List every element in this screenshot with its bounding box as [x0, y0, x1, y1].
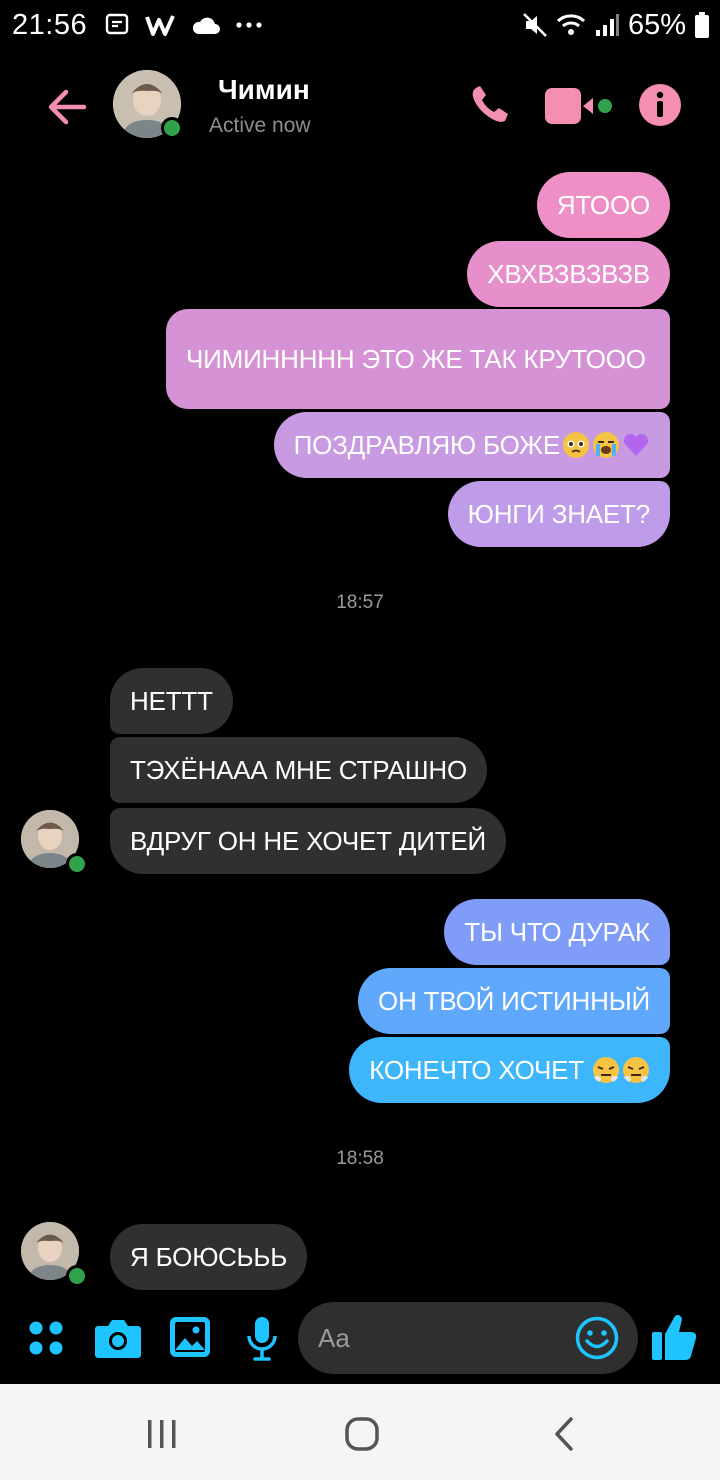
purple-heart-emoji	[623, 433, 649, 456]
message-composer	[0, 1302, 720, 1378]
online-indicator	[66, 1265, 88, 1287]
message-bubble-outgoing[interactable]: ХВХВЗВЗВЗВ	[467, 241, 670, 307]
message-text: ХВХВЗВЗВЗВ	[487, 258, 650, 289]
face-with-steam-emoji	[593, 1057, 619, 1083]
gallery-icon[interactable]	[169, 1316, 211, 1358]
message-timestamp: 18:58	[336, 1148, 384, 1169]
message-bubble-outgoing[interactable]: ЮНГИ ЗНАЕТ?	[447, 481, 670, 547]
message-text: Я БОЮСЬЬЬ	[130, 1241, 288, 1272]
message-bubble-incoming[interactable]: НЕТТТ	[110, 668, 233, 734]
message-bubble-outgoing[interactable]: ПОЗДРАВЛЯЮ БОЖЕ	[273, 412, 670, 478]
battery-icon	[695, 12, 709, 38]
message-bubble-incoming[interactable]: ВДРУГ ОН НЕ ХОЧЕТ ДИТЕЙ	[110, 808, 507, 874]
message-bubble-outgoing[interactable]: ТЫ ЧТО ДУРАК	[444, 899, 670, 965]
message-text: ПОЗДРАВЛЯЮ БОЖЕ	[293, 429, 561, 460]
cloud-icon	[192, 17, 221, 34]
message-bubble-incoming[interactable]: ТЭХЁНААА МНЕ СТРАШНО	[110, 737, 487, 803]
online-indicator	[66, 853, 88, 875]
w-app-icon	[145, 15, 175, 36]
mute-icon	[523, 13, 547, 37]
apps-grid-icon[interactable]	[28, 1320, 64, 1356]
pleading-face-emoji	[563, 432, 589, 458]
recent-apps-icon[interactable]	[145, 1418, 179, 1450]
system-nav-bar	[0, 1384, 720, 1480]
message-text: ЮНГИ ЗНАЕТ?	[467, 498, 651, 529]
wifi-icon	[556, 14, 585, 35]
status-time: 21:56	[12, 8, 88, 41]
info-icon[interactable]	[638, 83, 682, 127]
message-text: КОНЕЧТО ХОЧЕТ	[369, 1054, 584, 1085]
thumbs-up-icon[interactable]	[650, 1312, 698, 1362]
message-bubble-outgoing[interactable]: ОН ТВОЙ ИСТИННЫЙ	[358, 968, 670, 1034]
message-text: ТЫ ЧТО ДУРАК	[464, 916, 650, 947]
message-bubble-incoming[interactable]: Я БОЮСЬЬЬ	[110, 1224, 308, 1290]
message-text: ВДРУГ ОН НЕ ХОЧЕТ ДИТЕЙ	[130, 825, 487, 856]
message-text: ЧИМИННННН ЭТО ЖЕ ТАК КРУТООО	[186, 344, 646, 374]
message-text: ТЭХЁНААА МНЕ СТРАШНО	[130, 754, 467, 785]
camera-icon[interactable]	[94, 1316, 142, 1360]
home-icon[interactable]	[344, 1416, 380, 1452]
emoji-icon[interactable]	[575, 1316, 619, 1360]
contact-status: Active now	[209, 114, 311, 137]
status-bar: 21:56 65%	[0, 0, 720, 50]
messenger-notification-icon	[105, 13, 129, 35]
back-arrow-icon[interactable]	[44, 84, 90, 130]
microphone-icon[interactable]	[246, 1316, 278, 1362]
phone-call-icon[interactable]	[468, 82, 512, 126]
message-bubble-outgoing[interactable]: ЯТООО	[536, 172, 670, 238]
contact-name[interactable]: Чимин	[218, 74, 310, 106]
face-with-steam-emoji	[623, 1057, 649, 1083]
online-indicator	[161, 117, 183, 139]
video-call-icon[interactable]	[543, 86, 615, 126]
loudly-crying-face-emoji	[593, 432, 619, 458]
message-bubble-outgoing[interactable]: ЧИМИННННН ЭТО ЖЕ ТАК КРУТООО	[166, 309, 670, 409]
message-text: НЕТТТ	[130, 685, 213, 716]
message-bubble-outgoing[interactable]: КОНЕЧТО ХОЧЕТ	[349, 1037, 670, 1103]
message-timestamp: 18:57	[336, 592, 384, 613]
more-dots-icon	[236, 22, 262, 28]
battery-percent: 65%	[627, 8, 686, 41]
message-text: ЯТООО	[556, 189, 650, 220]
conversation-header: Чимин Active now	[0, 60, 720, 160]
message-text: ОН ТВОЙ ИСТИННЫЙ	[378, 985, 650, 1016]
back-icon[interactable]	[552, 1416, 576, 1452]
signal-icon	[595, 14, 619, 36]
